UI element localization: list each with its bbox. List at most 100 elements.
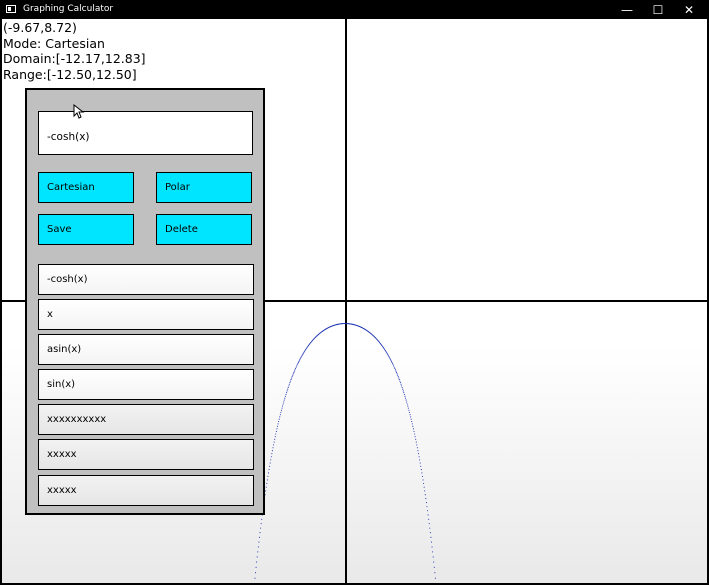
curve-point <box>301 354 303 356</box>
curve-point <box>254 572 257 574</box>
curve-point <box>398 379 400 381</box>
curve-point <box>392 364 394 366</box>
curve-point <box>390 359 392 361</box>
saved-function-item[interactable]: x <box>38 299 254 330</box>
expression-input[interactable] <box>38 111 253 155</box>
save-button[interactable]: Save <box>38 214 134 245</box>
cursor-coordinates: (-9.67,8.72) <box>3 20 77 35</box>
curve-point <box>428 518 430 520</box>
curve-point <box>291 376 293 378</box>
curve-point <box>391 361 393 364</box>
polar-button[interactable]: Polar <box>156 172 252 203</box>
curve-point <box>283 401 285 403</box>
curve-point <box>297 361 299 364</box>
curve-point <box>434 572 436 574</box>
curve-point <box>290 379 292 381</box>
curve-point <box>267 475 269 477</box>
curve-point <box>300 356 302 358</box>
mode-label: Mode: Cartesian <box>3 35 105 51</box>
curve-point <box>434 577 436 579</box>
curve-points <box>254 323 436 579</box>
saved-function-item[interactable]: sin(x) <box>38 369 254 400</box>
curve-point <box>394 369 396 371</box>
curve-point <box>276 425 279 427</box>
saved-function-item[interactable]: xxxxxxxxxx <box>38 404 254 435</box>
curve-point <box>289 380 292 382</box>
curve-point <box>282 405 284 407</box>
curve-point <box>269 465 271 467</box>
control-panel: Cartesian Polar Save Delete -cosh(x) x a… <box>25 88 265 515</box>
curve-point <box>296 364 298 366</box>
curve-point <box>406 401 408 403</box>
curve-point <box>397 376 399 378</box>
saved-function-item[interactable]: asin(x) <box>38 334 254 365</box>
curve-point <box>413 430 415 432</box>
curve-point <box>277 423 279 425</box>
curve-point <box>423 486 425 488</box>
curve-point <box>280 409 283 411</box>
curve-point <box>389 358 391 360</box>
curve-point <box>420 465 422 467</box>
curve-point <box>425 498 427 500</box>
curve-point <box>266 482 268 485</box>
curve-point <box>419 459 421 461</box>
curve-point <box>298 359 301 361</box>
curve-point <box>300 357 302 359</box>
curve-point <box>296 365 298 367</box>
curve-point <box>386 353 389 355</box>
curve-point <box>255 566 257 568</box>
curve-point <box>407 405 409 407</box>
curve-point <box>270 456 272 458</box>
minimize-button[interactable]: — <box>611 0 643 19</box>
curve-point <box>401 386 403 389</box>
delete-button[interactable]: Delete <box>156 214 252 245</box>
curve-point <box>287 388 289 390</box>
curve-point <box>408 411 411 413</box>
curve-point <box>278 418 280 420</box>
curve-point <box>410 418 412 420</box>
saved-function-item[interactable]: xxxxx <box>38 439 254 470</box>
curve-point <box>302 352 305 354</box>
curve-point <box>395 370 397 372</box>
curve-point <box>268 469 270 471</box>
curve-point <box>417 450 419 452</box>
curve-point <box>429 532 431 534</box>
close-button[interactable]: ✕ <box>673 0 705 19</box>
curve-point <box>432 551 434 553</box>
curve-point <box>298 360 300 362</box>
title-bar[interactable]: Graphing Calculator — ☐ ✕ <box>0 0 709 19</box>
status-readout: (-9.67,8.72) Mode: Cartesian Domain:[-12… <box>3 20 146 82</box>
cartesian-button[interactable]: Cartesian <box>38 172 134 203</box>
curve-point <box>272 447 274 449</box>
saved-function-item[interactable]: -cosh(x) <box>38 264 254 295</box>
curve-point <box>405 399 407 401</box>
curve-point <box>388 355 390 357</box>
curve-point <box>273 444 275 446</box>
curve-point <box>412 428 414 430</box>
curve-point <box>286 390 288 392</box>
curve-point <box>416 447 418 449</box>
curve-point <box>269 462 271 464</box>
graph-canvas[interactable]: (-9.67,8.72) Mode: Cartesian Domain:[-12… <box>2 19 707 583</box>
saved-function-item[interactable]: xxxxx <box>38 475 254 506</box>
curve-point <box>425 502 427 504</box>
curve-point <box>258 536 261 538</box>
curve-point <box>279 416 281 418</box>
curve-point <box>267 472 270 474</box>
maximize-button[interactable]: ☐ <box>642 0 674 19</box>
curve-point <box>285 392 288 394</box>
curve-point <box>283 399 285 401</box>
curve-point <box>292 373 294 375</box>
curve-point <box>430 541 433 543</box>
curve-point <box>294 369 296 371</box>
curve-point <box>426 506 428 508</box>
curve-point <box>410 416 412 418</box>
curve-point <box>406 403 408 405</box>
curve-point <box>303 351 305 353</box>
curve-point <box>273 441 275 443</box>
curve-point <box>429 527 431 529</box>
curve-point <box>287 386 289 389</box>
curve-point <box>276 428 278 430</box>
curve-point <box>389 357 391 359</box>
curve-point <box>399 380 401 382</box>
